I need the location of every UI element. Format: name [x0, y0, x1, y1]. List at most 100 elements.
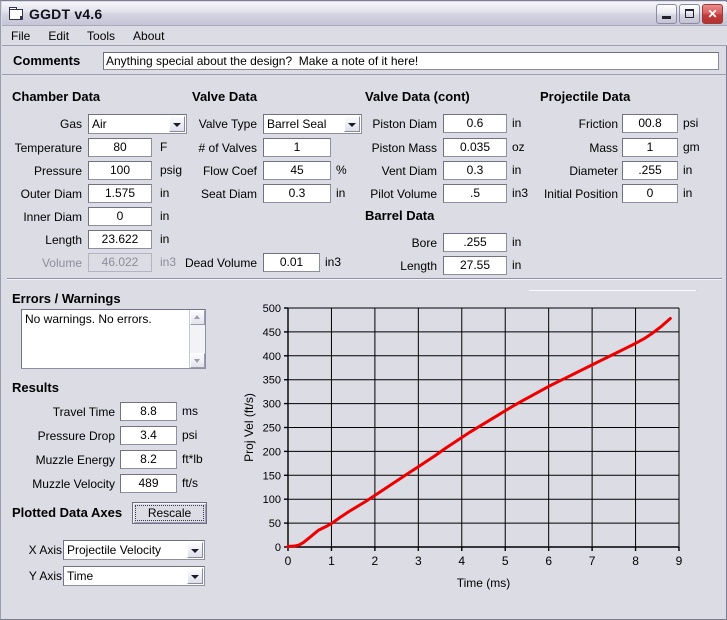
piston-mass-input[interactable]: 0.035 [443, 138, 507, 157]
chevron-down-icon[interactable] [187, 542, 203, 558]
dead-volume-input[interactable]: 0.01 [263, 253, 320, 272]
mass-label: Mass [530, 141, 618, 155]
svg-text:250: 250 [263, 423, 281, 435]
flow-coef-input[interactable]: 45 [263, 161, 331, 180]
dead-volume-unit: in3 [325, 255, 341, 269]
pressure-label: Pressure [2, 164, 82, 178]
title-bar: GGDT v4.6 ✕ [2, 2, 727, 26]
svg-text:500: 500 [263, 303, 281, 315]
seat-diam-unit: in [336, 186, 345, 200]
svg-text:350: 350 [263, 375, 281, 387]
mass-input[interactable]: 1 [622, 138, 678, 157]
errors-warnings-box[interactable]: No warnings. No errors. [21, 309, 206, 369]
muzzle-velocity-label: Muzzle Velocity [10, 477, 115, 491]
flow-coef-label: Flow Coef [182, 164, 257, 178]
window-controls: ✕ [656, 4, 723, 24]
outer-diam-input[interactable]: 1.575 [88, 184, 152, 203]
bore-label: Bore [357, 236, 437, 250]
gas-combo[interactable]: Air [88, 114, 187, 134]
svg-text:400: 400 [263, 351, 281, 363]
chamber-length-input[interactable]: 23.622 [88, 230, 152, 249]
close-button[interactable]: ✕ [702, 4, 723, 24]
inner-diam-input[interactable]: 0 [88, 207, 152, 226]
temperature-input[interactable]: 80 [88, 138, 152, 157]
rescale-button[interactable]: Rescale [132, 502, 207, 524]
maximize-button[interactable] [679, 4, 700, 24]
svg-text:0: 0 [275, 542, 281, 554]
piston-diam-unit: in [512, 116, 521, 130]
barrel-length-input[interactable]: 27.55 [443, 256, 507, 275]
menu-item-file[interactable]: File [2, 27, 39, 45]
svg-text:450: 450 [263, 327, 281, 339]
muzzle-energy-unit: ft*lb [182, 452, 203, 466]
pressure-input[interactable]: 100 [88, 161, 152, 180]
gas-label: Gas [2, 117, 82, 131]
bore-input[interactable]: .255 [443, 233, 507, 252]
scroll-up-icon[interactable] [190, 310, 205, 325]
menu-item-edit[interactable]: Edit [39, 27, 78, 45]
temperature-label: Temperature [2, 141, 82, 155]
initial-position-input[interactable]: 0 [622, 184, 678, 203]
svg-text:8: 8 [632, 554, 639, 568]
pilot-volume-input[interactable]: .5 [443, 184, 507, 203]
outer-diam-label: Outer Diam [2, 187, 82, 201]
x-axis-combo[interactable]: Projectile Velocity [63, 540, 205, 560]
svg-text:200: 200 [263, 446, 281, 458]
valve-type-label: Valve Type [182, 117, 257, 131]
friction-label: Friction [530, 117, 618, 131]
barrel-length-unit: in [512, 258, 521, 272]
piston-diam-input[interactable]: 0.6 [443, 114, 507, 133]
muzzle-energy-label: Muzzle Energy [10, 453, 115, 467]
outer-diam-unit: in [160, 186, 169, 200]
comments-row: Comments [2, 47, 727, 75]
diameter-input[interactable]: .255 [622, 161, 678, 180]
valve-type-value: Barrel Seal [267, 117, 326, 131]
friction-input[interactable]: 00.8 [622, 114, 678, 133]
valve-type-combo[interactable]: Barrel Seal [263, 114, 362, 134]
svg-text:300: 300 [263, 399, 281, 411]
errors-warnings-title: Errors / Warnings [12, 291, 121, 306]
bore-unit: in [512, 235, 521, 249]
svg-text:5: 5 [502, 554, 509, 568]
seat-diam-input[interactable]: 0.3 [263, 184, 331, 203]
diameter-unit: in [683, 163, 692, 177]
muzzle-energy-output: 8.2 [120, 450, 177, 469]
pressure-drop-output: 3.4 [120, 426, 177, 445]
chamber-data-title: Chamber Data [12, 89, 100, 104]
errors-warnings-text: No warnings. No errors. [25, 312, 152, 326]
initial-position-unit: in [683, 186, 692, 200]
menu-item-about[interactable]: About [124, 27, 173, 45]
menu-item-tools[interactable]: Tools [78, 27, 124, 45]
window-title: GGDT v4.6 [29, 6, 102, 22]
num-valves-input[interactable]: 1 [263, 138, 331, 157]
volume-output: 46.022 [88, 253, 152, 272]
piston-mass-unit: oz [512, 140, 525, 154]
vent-diam-label: Vent Diam [357, 164, 437, 178]
svg-text:2: 2 [372, 554, 379, 568]
x-axis-label: X Axis [12, 543, 62, 557]
pressure-unit: psig [160, 163, 182, 177]
plotted-data-axes-title: Plotted Data Axes [12, 505, 122, 520]
y-axis-combo[interactable]: Time [63, 566, 205, 586]
temperature-unit: F [160, 140, 167, 154]
errors-scrollbar[interactable] [189, 310, 205, 368]
chamber-length-unit: in [160, 232, 169, 246]
chevron-down-icon[interactable] [187, 568, 203, 584]
comments-input[interactable] [103, 52, 719, 70]
muzzle-velocity-output: 489 [120, 474, 177, 493]
comments-label: Comments [13, 53, 103, 68]
piston-mass-label: Piston Mass [357, 141, 437, 155]
diameter-label: Diameter [530, 164, 618, 178]
vent-diam-input[interactable]: 0.3 [443, 161, 507, 180]
seat-diam-label: Seat Diam [182, 187, 257, 201]
inner-diam-label: Inner Diam [2, 210, 82, 224]
minimize-button[interactable] [656, 4, 677, 24]
valve-data-cont-title: Valve Data (cont) [365, 89, 470, 104]
svg-text:Proj Vel (ft/s): Proj Vel (ft/s) [242, 393, 256, 462]
mass-unit: gm [683, 140, 700, 154]
num-valves-label: # of Valves [182, 141, 257, 155]
plot-area: 0501001502002503003504004505000123456789… [233, 291, 713, 591]
y-axis-label: Y Axis [12, 569, 62, 583]
scroll-down-icon[interactable] [190, 353, 205, 368]
travel-time-output: 8.8 [120, 402, 177, 421]
